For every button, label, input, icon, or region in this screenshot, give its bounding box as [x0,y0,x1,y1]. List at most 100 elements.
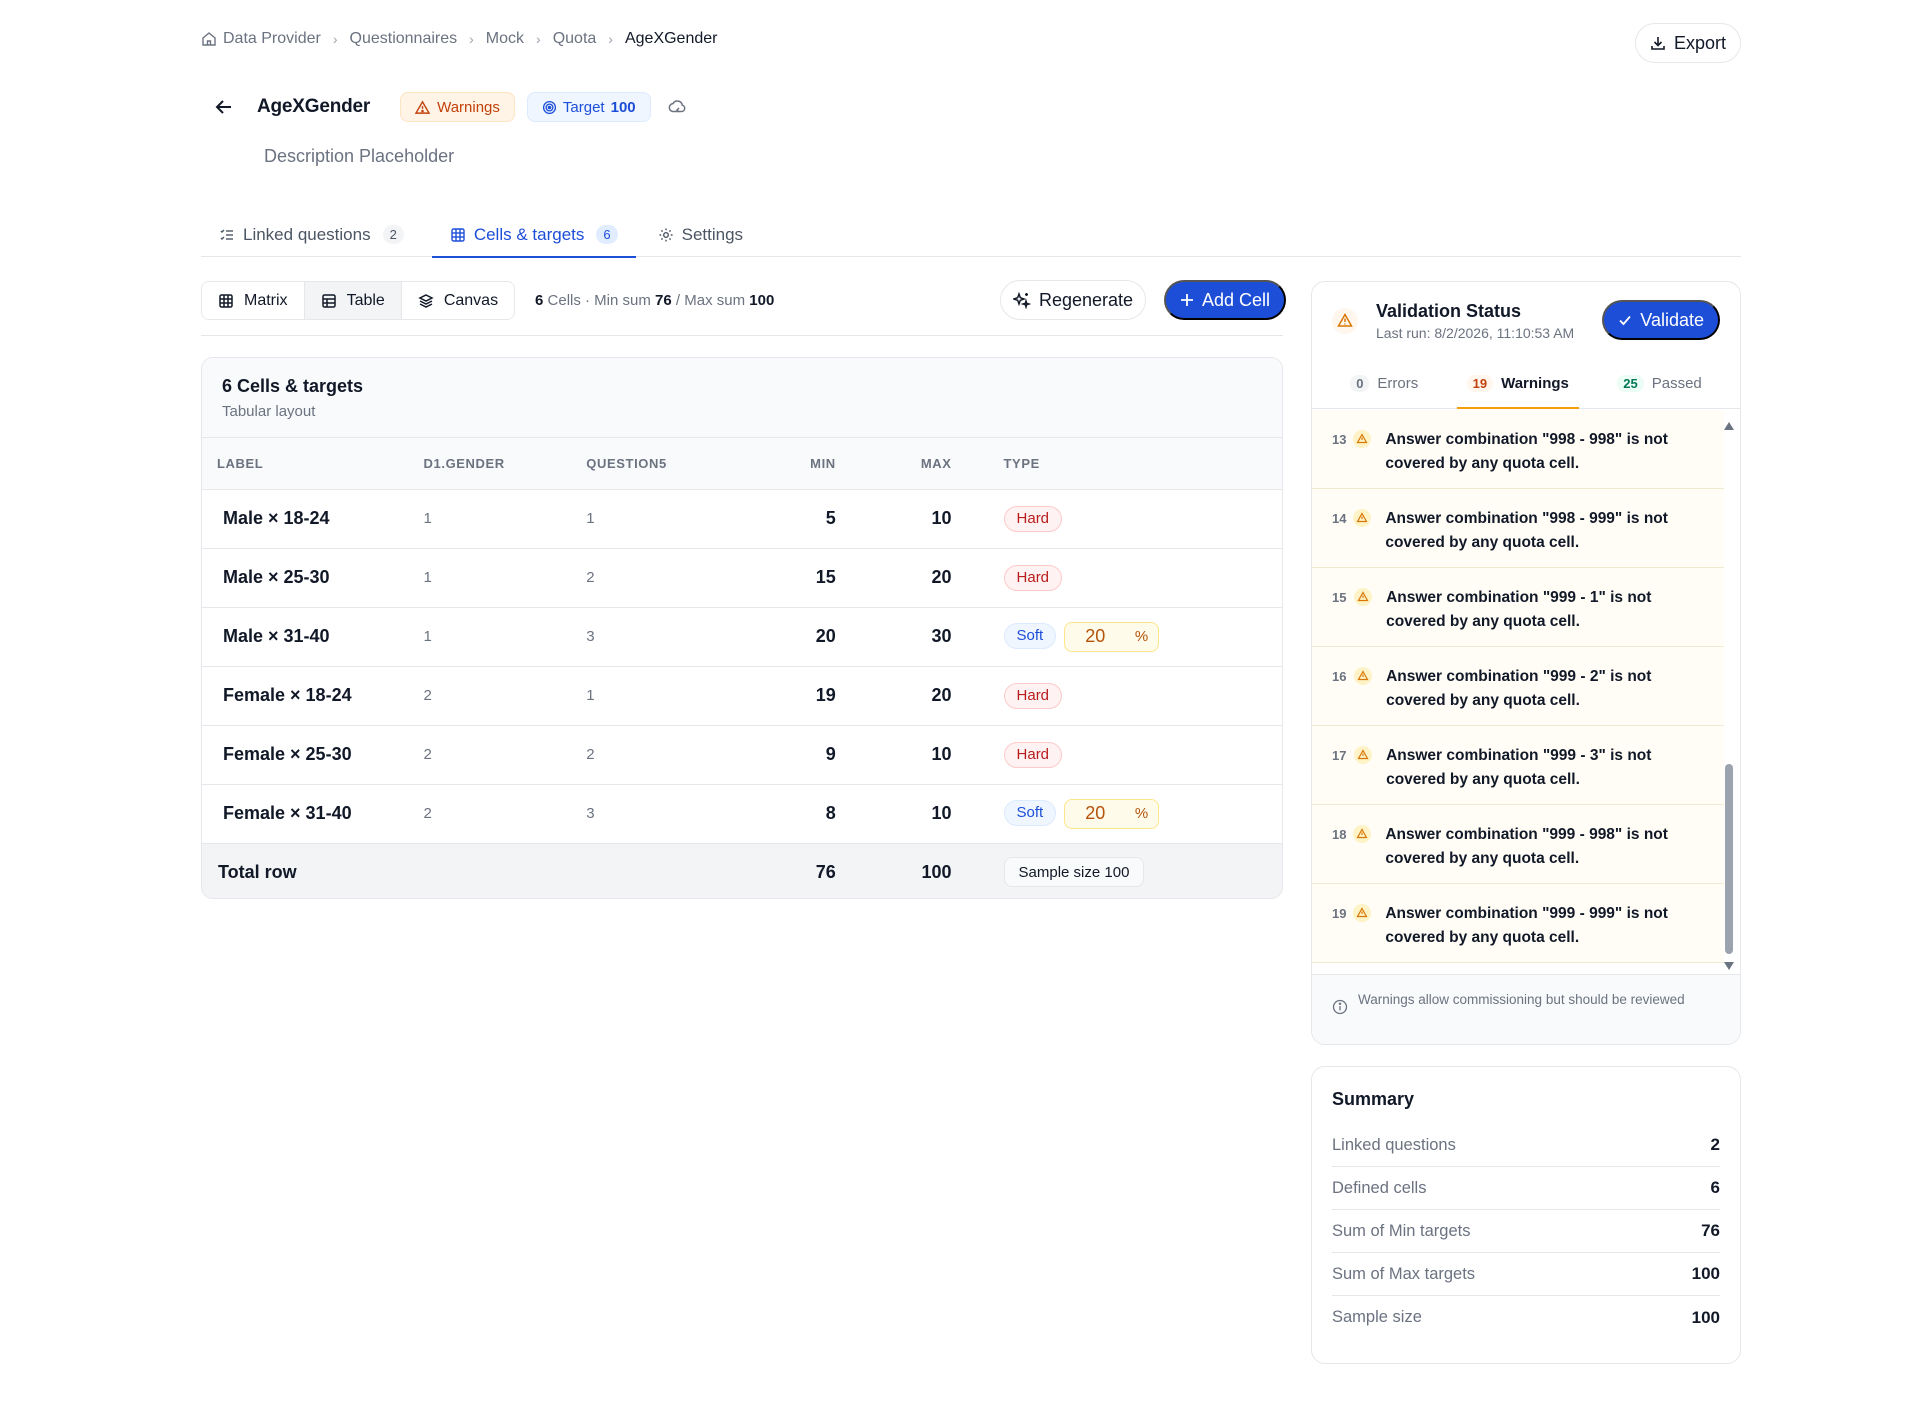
cell-max[interactable]: 20 [836,666,951,725]
type-badge-hard[interactable]: Hard [1003,505,1063,532]
issue-message: Answer combination "999 - 2" is not cove… [1386,668,1652,709]
validation-header: Validation Status Last run: 8/2/2026, 11… [1312,282,1740,359]
type-badge-hard[interactable]: Hard [1003,741,1063,768]
table-row[interactable]: Male × 18-24 1 1 5 10 Hard [202,489,1282,548]
stats-cells: 6 [535,292,544,309]
breadcrumb-quota[interactable]: Quota [553,30,597,48]
cell-max[interactable]: 30 [836,607,951,666]
regenerate-label: Regenerate [1039,289,1134,310]
summary-value: 100 [1691,1307,1720,1327]
table-row[interactable]: Male × 31-40 1 3 20 30 Soft 20% [202,607,1282,666]
soft-tolerance-input[interactable]: 20% [1064,621,1160,652]
list-item[interactable]: 18 Answer combination "999 - 998" is not… [1312,805,1724,884]
list-item[interactable]: 19 Answer combination "999 - 999" is not… [1312,884,1724,963]
stats-cells-label: Cells · Min sum [547,292,651,309]
tab-count: 6 [596,225,618,244]
scroll-up-icon[interactable] [1724,422,1734,430]
cell-label: Male × 25-30 [223,567,330,587]
warning-icon [1354,746,1373,764]
list-item[interactable]: 15 Answer combination "999 - 1" is not c… [1312,568,1724,647]
view-matrix-button[interactable]: Matrix [202,282,305,319]
table-header-row: LABEL D1.GENDER QUESTION5 MIN MAX TYPE [202,438,1282,490]
tab-warnings[interactable]: 19 Warnings [1456,359,1580,409]
breadcrumb: Data Provider › Questionnaires › Mock › … [201,30,717,48]
tab-label: Linked questions [243,224,371,244]
issue-list: 13 Answer combination "998 - 998" is not… [1312,410,1724,976]
summary-row: Defined cells 6 [1332,1167,1720,1210]
tab-errors[interactable]: 0 Errors [1340,359,1428,408]
tab-passed[interactable]: 25 Passed [1607,359,1712,408]
table-row[interactable]: Female × 18-24 2 1 19 20 Hard [202,666,1282,725]
target-icon [542,100,556,114]
issue-list-scrollbar[interactable] [1724,422,1734,970]
add-cell-label: Add Cell [1202,289,1271,310]
cell-label: Male × 18-24 [223,508,330,528]
total-max: 100 [921,861,952,882]
cell-max[interactable]: 10 [836,489,951,548]
cell-type: Hard [952,725,1282,784]
cloud-sync-icon[interactable] [667,97,687,117]
cell-min[interactable]: 5 [746,489,836,548]
tab-linked-questions[interactable]: Linked questions 2 [201,212,422,257]
type-badge-hard[interactable]: Hard [1003,564,1063,591]
type-badge-soft[interactable]: Soft [1003,622,1057,649]
last-run-timestamp: Last run: 8/2/2026, 11:10:53 AM [1376,324,1575,341]
view-canvas-button[interactable]: Canvas [401,282,515,319]
export-button[interactable]: Export [1634,23,1741,63]
passed-label: Passed [1651,375,1702,392]
tab-cells-targets[interactable]: Cells & targets 6 [431,212,636,258]
soft-tolerance-input[interactable]: 20% [1064,798,1160,829]
column-header-gender: D1.GENDER [423,438,587,490]
warnings-count: 19 [1466,375,1494,392]
cell-max[interactable]: 20 [836,548,951,607]
home-icon[interactable] [201,31,217,47]
toolbar-stats: 6 Cells · Min sum 76 / Max sum 100 [535,292,774,309]
cell-label: Female × 18-24 [223,685,352,705]
tab-label: Settings [681,224,744,244]
cell-min[interactable]: 15 [746,548,836,607]
regenerate-button[interactable]: Regenerate [1000,280,1147,320]
cell-min[interactable]: 19 [746,666,836,725]
card-title: 6 Cells & targets [222,376,364,396]
cell-min[interactable]: 9 [746,725,836,784]
cell-gender: 1 [423,510,432,527]
soft-tolerance-value: 20 [1085,626,1106,646]
table-row[interactable]: Female × 31-40 2 3 8 10 Soft 20% [202,784,1282,843]
breadcrumb-mock[interactable]: Mock [486,30,524,48]
cell-max[interactable]: 10 [836,784,951,843]
list-item[interactable]: 17 Answer combination "999 - 3" is not c… [1312,726,1724,805]
add-cell-button[interactable]: Add Cell [1164,280,1287,320]
scroll-down-icon[interactable] [1724,962,1734,970]
cell-max[interactable]: 10 [836,725,951,784]
card-header: 6 Cells & targets Tabular layout [202,358,1282,438]
chevron-right-icon: › [332,31,338,47]
list-item[interactable]: 16 Answer combination "999 - 2" is not c… [1312,647,1724,726]
type-badge-hard[interactable]: Hard [1003,682,1063,709]
layers-icon [418,293,434,308]
cell-question5: 3 [586,805,595,822]
breadcrumb-questionnaires[interactable]: Questionnaires [350,30,458,48]
arrow-left-icon[interactable] [213,96,235,118]
issue-message: Answer combination "999 - 998" is not co… [1385,826,1668,867]
errors-count: 0 [1350,375,1370,392]
table-row[interactable]: Female × 25-30 2 2 9 10 Hard [202,725,1282,784]
cell-gender: 2 [423,687,432,704]
validate-button[interactable]: Validate [1602,300,1720,340]
download-icon [1651,37,1665,50]
breadcrumb-data-provider[interactable]: Data Provider [223,30,321,48]
list-item[interactable]: 13 Answer combination "998 - 998" is not… [1312,410,1724,489]
list-item[interactable]: 14 Answer combination "998 - 999" is not… [1312,489,1724,568]
tab-settings[interactable]: Settings [640,212,761,257]
column-header-question5: QUESTION5 [586,438,747,490]
scrollbar-thumb[interactable] [1725,764,1733,954]
cell-gender: 1 [423,628,432,645]
cell-min[interactable]: 8 [746,784,836,843]
cell-gender: 2 [423,805,432,822]
table-row[interactable]: Male × 25-30 1 2 15 20 Hard [202,548,1282,607]
grid-icon [451,227,465,242]
type-badge-soft[interactable]: Soft [1003,799,1057,826]
passed-count: 25 [1617,375,1644,392]
cell-min[interactable]: 20 [746,607,836,666]
summary-row: Sample size 100 [1332,1296,1720,1339]
view-table-button[interactable]: Table [304,282,402,319]
